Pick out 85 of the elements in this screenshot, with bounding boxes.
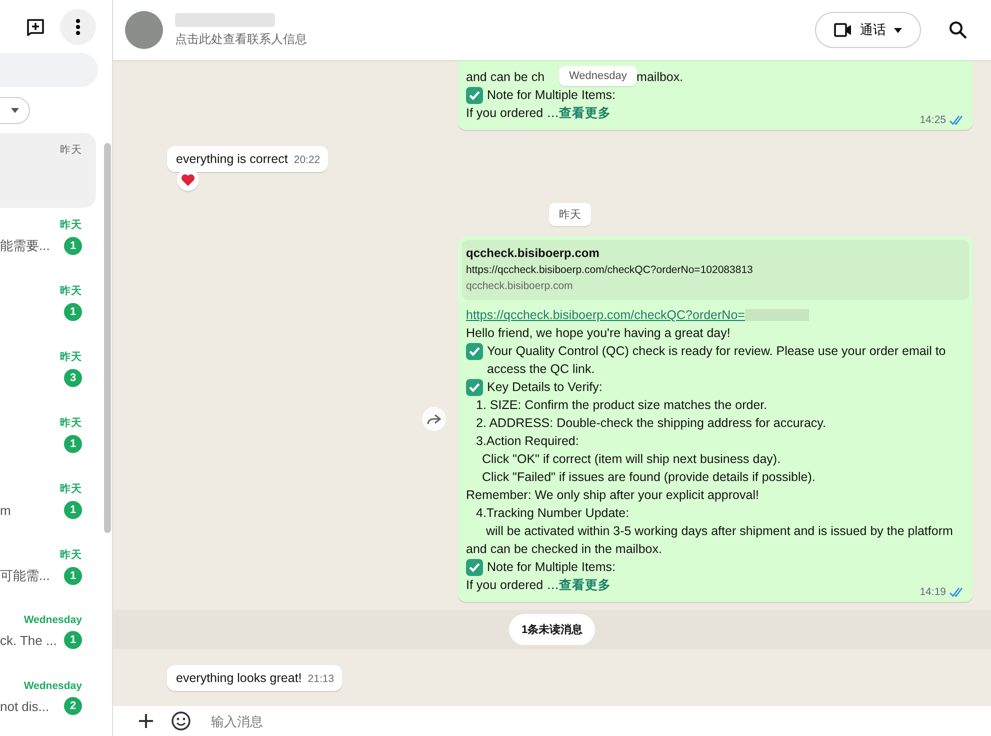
message-text: Hello friend, we hope you're having a great day! [466, 326, 730, 340]
message-text: Remember: We only ship after your explicit approval! [466, 488, 759, 502]
video-camera-icon [834, 23, 852, 37]
check-mark-icon [466, 343, 483, 360]
chat-preview: 可能需... [0, 567, 50, 585]
chat-list-item[interactable]: 昨天 [0, 133, 96, 208]
unread-messages-chip: 1条未读消息 [509, 614, 595, 645]
chat-time: Wednesday [24, 680, 82, 692]
forward-button[interactable] [422, 407, 446, 431]
message-text: and can be ch [466, 70, 545, 84]
composer-bar[interactable]: 输入消息 [113, 706, 991, 736]
blurred-text [744, 309, 809, 321]
chat-list-item[interactable]: 昨天 3 [0, 340, 96, 406]
unread-count: 1 [64, 631, 82, 649]
unread-count: 1 [64, 435, 82, 453]
message-text: 2. ADDRESS: Double-check the shipping address for accuracy. [476, 416, 826, 430]
link-preview-card[interactable]: qccheck.bisiboerp.com https://qccheck.bisiboerp.com/checkQC?orderNo=102083813 qccheck.bisiboerp.com [462, 240, 969, 300]
message-text: 4.Tracking Number Update: [476, 506, 630, 520]
unread-count: 1 [64, 237, 82, 255]
chat-list-item[interactable]: 昨天 可能需... 1 [0, 538, 96, 604]
date-chip: Wednesday [559, 66, 637, 86]
link-preview-domain: qccheck.bisiboerp.com [466, 280, 574, 292]
forward-arrow-icon [427, 414, 441, 424]
message-text: If you ordered … [466, 578, 560, 592]
message-time: 14:19 [920, 586, 946, 598]
message-text: will be activated within 3-5 working days after shipment and is issued by the platform and can be checked in the mailbox. [466, 524, 953, 556]
message-text: If you ordered … [466, 106, 560, 120]
message-text: Note for Multiple Items: [487, 87, 616, 104]
caret-icon [11, 108, 19, 113]
menu-button[interactable] [60, 8, 96, 45]
unread-count: 1 [64, 501, 82, 519]
heart-reaction-icon[interactable] [177, 169, 199, 191]
unread-count: 2 [64, 697, 82, 715]
chat-list-item[interactable]: Wednesday not dis... 2 [0, 670, 96, 736]
unread-count: 1 [64, 567, 82, 585]
chat-list-item[interactable]: Wednesday ck. The ... 1 [0, 604, 96, 670]
link-preview-url: https://qccheck.bisiboerp.com/checkQC?orderNo=102083813 [466, 264, 754, 276]
chat-list-item[interactable]: 昨天 能需要... 1 [0, 208, 96, 274]
message-text: Key Details to Verify: [487, 379, 602, 396]
message-text: everything is correct [176, 152, 288, 166]
call-button[interactable]: 通话 [815, 12, 921, 48]
plus-icon[interactable] [139, 714, 153, 728]
caret-icon [894, 28, 902, 32]
chat-list-item[interactable]: 昨天 m 1 [0, 472, 96, 538]
emoji-icon[interactable] [171, 711, 191, 731]
link-preview-title: qccheck.bisiboerp.com [466, 246, 600, 260]
search-icon[interactable] [949, 21, 967, 39]
chat-list-item[interactable]: 昨天 1 [0, 406, 96, 472]
chat-time: 昨天 [60, 218, 82, 232]
message-text: 3.Action Required: [476, 434, 579, 448]
chat-time: 昨天 [60, 416, 82, 430]
message-time: 20:22 [294, 154, 320, 166]
read-more-link[interactable]: 查看更多 [559, 578, 612, 592]
avatar-photo-placeholder[interactable] [125, 11, 163, 49]
check-mark-icon [466, 379, 483, 396]
contact-info-hint[interactable]: 点击此处查看联系人信息 [175, 30, 803, 48]
message-text: Click "Failed" if issues are found (provide details if possible). [482, 470, 816, 484]
message-time: 14:25 [920, 114, 946, 126]
chat-time: 昨天 [60, 350, 82, 364]
unread-count: 3 [64, 369, 82, 387]
chat-time: Wednesday [24, 614, 82, 626]
kebab-icon [76, 18, 80, 35]
read-more-link[interactable]: 查看更多 [559, 106, 612, 120]
chat-preview: not dis... [0, 698, 50, 714]
message-text: Your Quality Control (QC) check is ready for review. Please use your order email to access the QC link. [487, 343, 947, 378]
message-text: Note for Multiple Items: [487, 559, 616, 576]
message-time: 21:13 [308, 673, 334, 685]
message-text: Click "OK" if correct (item will ship next business day). [482, 452, 781, 466]
chat-preview: 能需要... [0, 237, 50, 255]
check-mark-icon [466, 87, 483, 104]
message-text: everything looks great! [176, 671, 302, 685]
check-mark-icon [466, 559, 483, 576]
chat-list-item[interactable]: 昨天 1 [0, 274, 96, 340]
chat-time: 昨天 [60, 548, 82, 562]
unread-count: 1 [64, 303, 82, 321]
message-link[interactable]: https://qccheck.bisiboerp.com/checkQC?orderNo= [466, 308, 745, 322]
chat-preview: ck. The ... [0, 632, 57, 648]
message-text: 1. SIZE: Confirm the product size matches the order. [476, 398, 768, 412]
chat-time: 昨天 [60, 284, 82, 298]
chat-time: 昨天 [60, 143, 82, 157]
message-text: mailbox. [636, 70, 684, 84]
chat-preview: m [0, 502, 11, 518]
date-chip: 昨天 [549, 203, 591, 226]
new-chat-icon[interactable] [26, 18, 46, 36]
chat-time: 昨天 [60, 482, 82, 496]
